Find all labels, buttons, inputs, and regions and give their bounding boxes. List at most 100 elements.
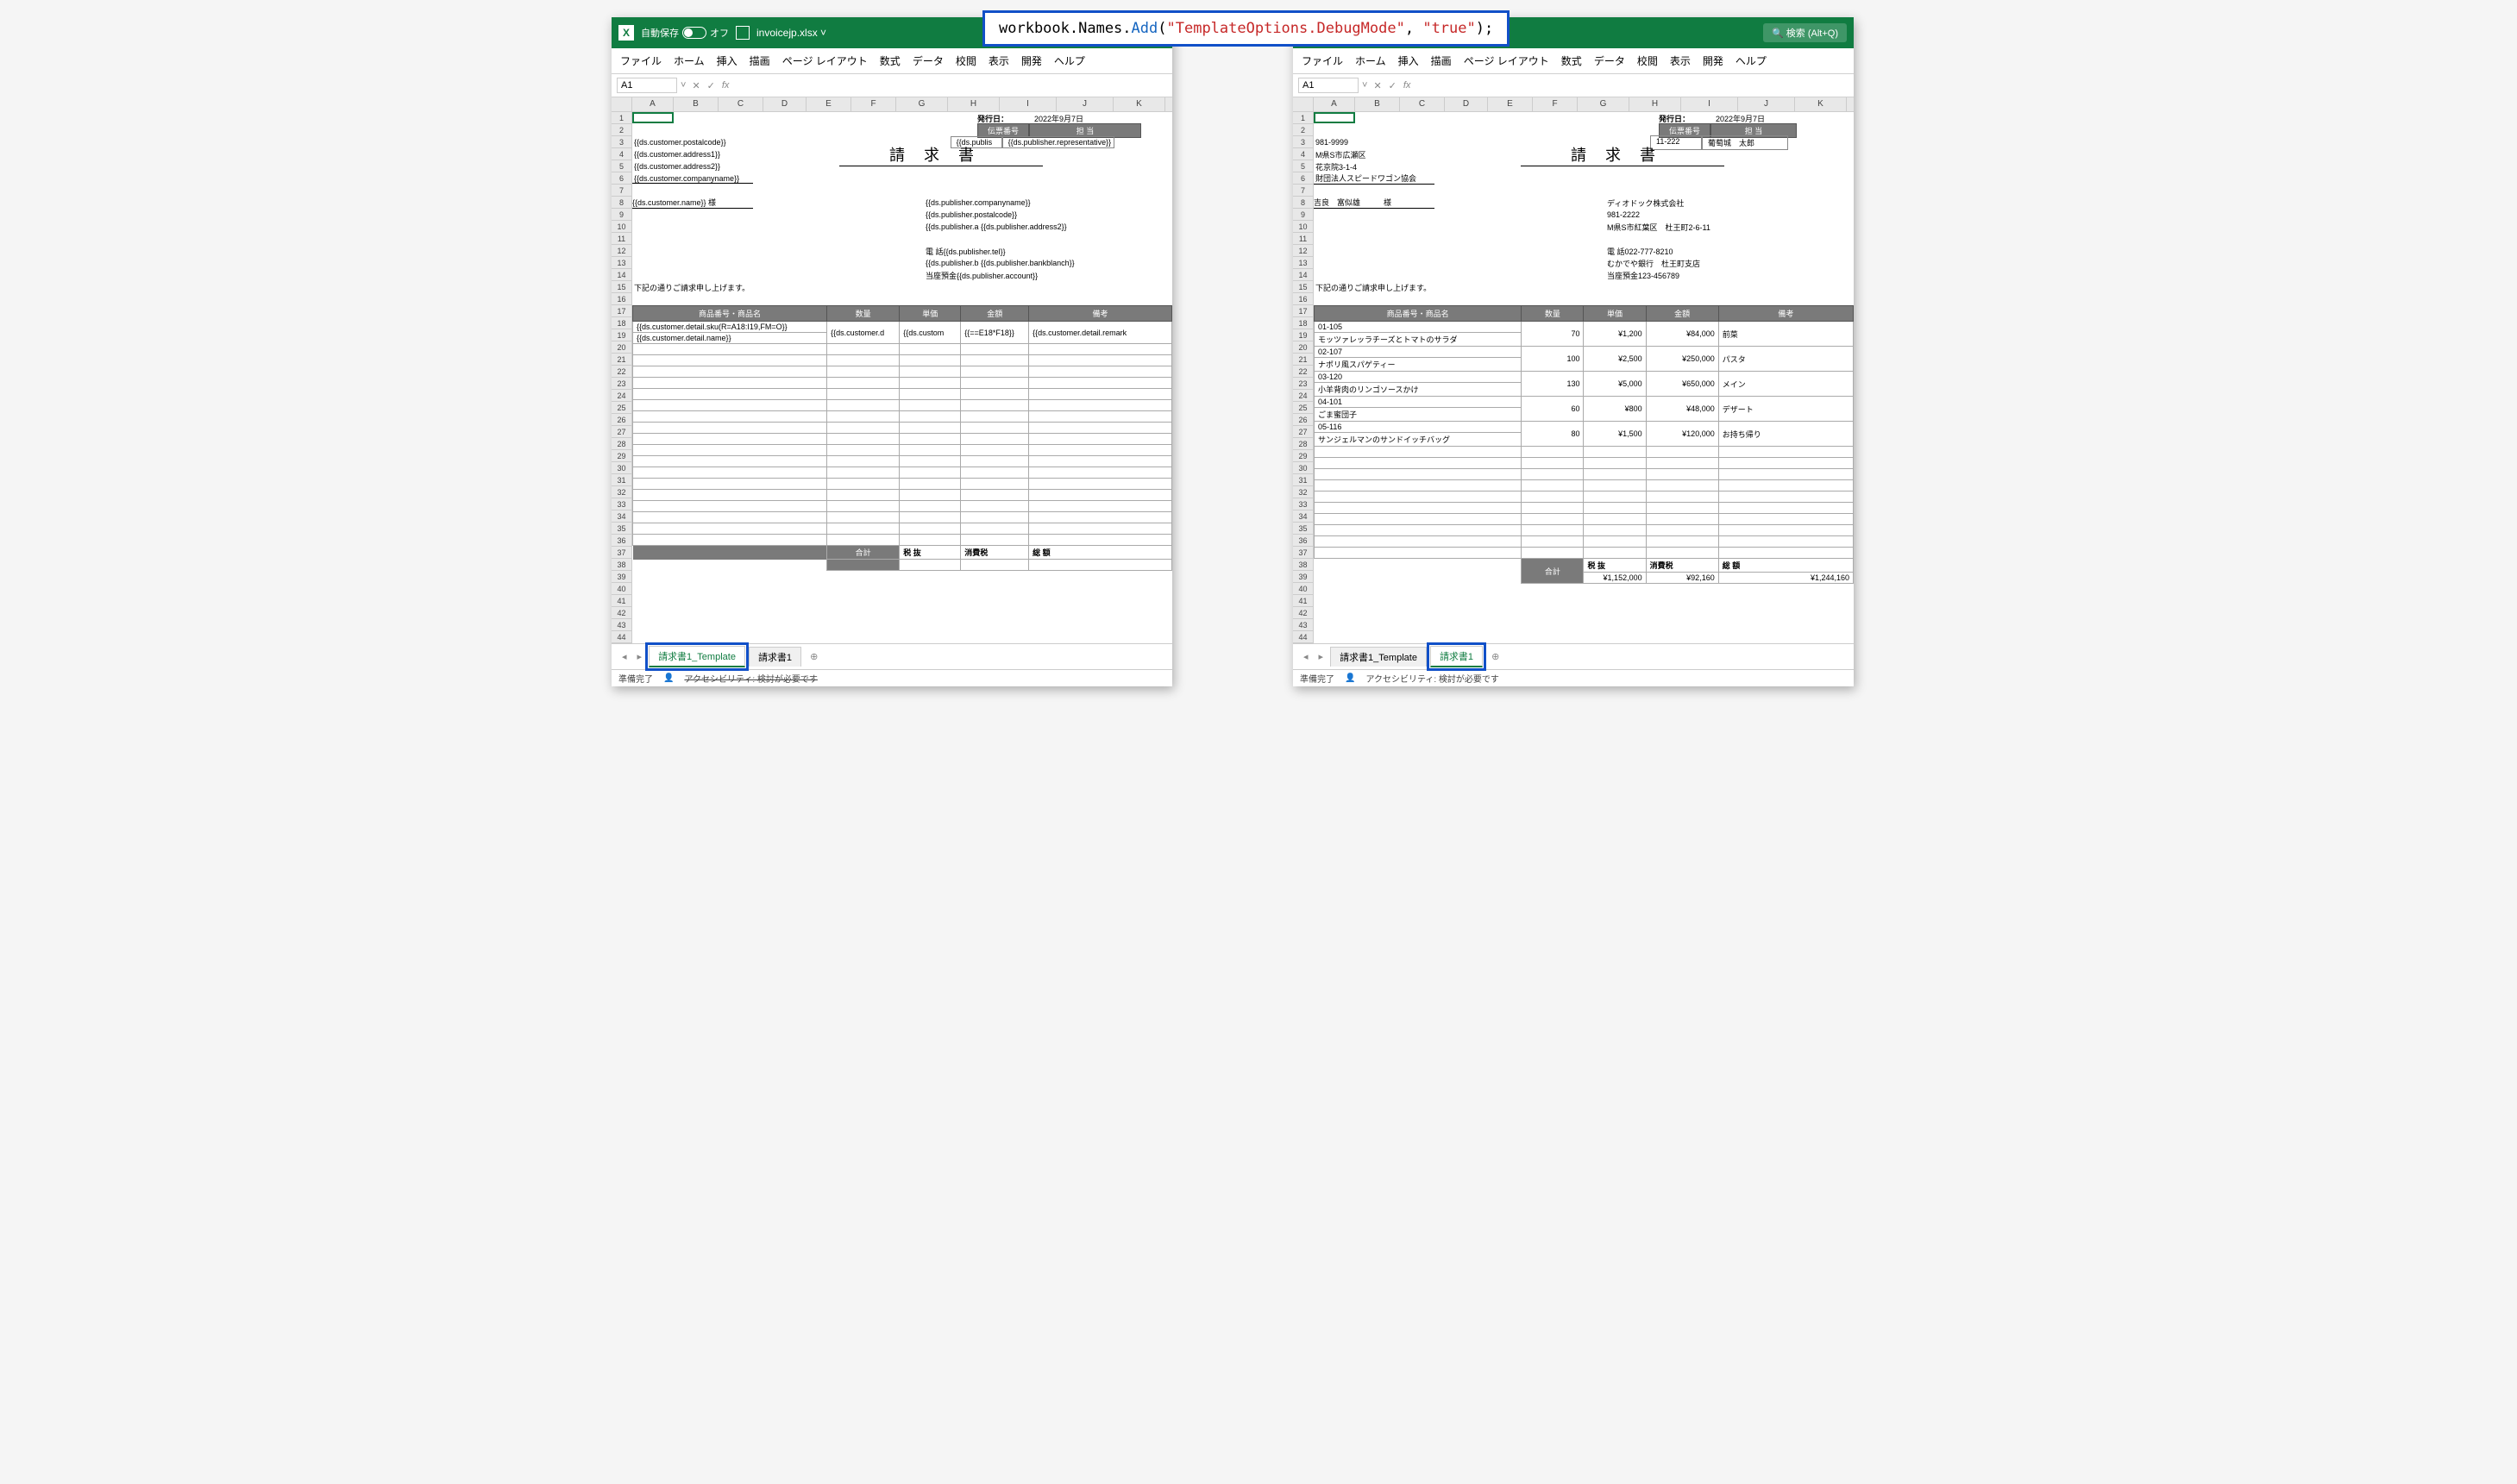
row-header-28[interactable]: 28 xyxy=(1293,438,1314,450)
row-header-4[interactable]: 4 xyxy=(1293,148,1314,160)
ribbon-tab-開発[interactable]: 開発 xyxy=(1021,53,1042,68)
row-header-43[interactable]: 43 xyxy=(1293,619,1314,631)
row-header-36[interactable]: 36 xyxy=(1293,535,1314,547)
row-header-26[interactable]: 26 xyxy=(612,414,632,426)
row-header-21[interactable]: 21 xyxy=(1293,354,1314,366)
row-header-29[interactable]: 29 xyxy=(612,450,632,462)
row-header-35[interactable]: 35 xyxy=(1293,523,1314,535)
row-header-42[interactable]: 42 xyxy=(612,607,632,619)
row-header-37[interactable]: 37 xyxy=(612,547,632,559)
row-header-7[interactable]: 7 xyxy=(1293,185,1314,197)
row-header-14[interactable]: 14 xyxy=(612,269,632,281)
row-header-31[interactable]: 31 xyxy=(1293,474,1314,486)
row-header-36[interactable]: 36 xyxy=(612,535,632,547)
row-header-34[interactable]: 34 xyxy=(1293,510,1314,523)
col-header-G[interactable]: G xyxy=(1578,97,1629,111)
table-row[interactable] xyxy=(633,411,1172,423)
row-header-32[interactable]: 32 xyxy=(612,486,632,498)
row-header-40[interactable]: 40 xyxy=(1293,583,1314,595)
row-header-19[interactable]: 19 xyxy=(1293,329,1314,341)
row-header-30[interactable]: 30 xyxy=(1293,462,1314,474)
row-header-11[interactable]: 11 xyxy=(612,233,632,245)
cancel-icon[interactable]: ✕ xyxy=(689,80,702,91)
add-sheet-button[interactable]: ⊕ xyxy=(1486,651,1504,662)
ribbon-tab-ホーム[interactable]: ホーム xyxy=(1355,53,1386,68)
row-header-2[interactable]: 2 xyxy=(612,124,632,136)
table-row[interactable] xyxy=(633,501,1172,512)
sheet-tab-請求書1[interactable]: 請求書1 xyxy=(1430,646,1483,667)
row-header-33[interactable]: 33 xyxy=(612,498,632,510)
col-header-K[interactable]: K xyxy=(1795,97,1847,111)
name-box[interactable] xyxy=(1298,78,1359,93)
col-header-I[interactable]: I xyxy=(1681,97,1738,111)
row-header-29[interactable]: 29 xyxy=(1293,450,1314,462)
row-header-18[interactable]: 18 xyxy=(1293,317,1314,329)
row-header-19[interactable]: 19 xyxy=(612,329,632,341)
row-header-28[interactable]: 28 xyxy=(612,438,632,450)
row-header-44[interactable]: 44 xyxy=(612,631,632,643)
row-header-39[interactable]: 39 xyxy=(1293,571,1314,583)
row-header-6[interactable]: 6 xyxy=(1293,172,1314,185)
row-header-24[interactable]: 24 xyxy=(612,390,632,402)
table-row[interactable] xyxy=(1315,469,1854,480)
col-header-C[interactable]: C xyxy=(1400,97,1445,111)
row-header-16[interactable]: 16 xyxy=(1293,293,1314,305)
table-row[interactable] xyxy=(633,434,1172,445)
row-header-12[interactable]: 12 xyxy=(1293,245,1314,257)
row-header-8[interactable]: 8 xyxy=(612,197,632,209)
ribbon-tab-表示[interactable]: 表示 xyxy=(989,53,1009,68)
row-header-1[interactable]: 1 xyxy=(1293,112,1314,124)
ribbon-tab-データ[interactable]: データ xyxy=(913,53,944,68)
ribbon-tab-挿入[interactable]: 挿入 xyxy=(1398,53,1419,68)
col-header-B[interactable]: B xyxy=(674,97,719,111)
table-row[interactable]: 03-120130¥5,000¥650,000メイン xyxy=(1315,372,1854,383)
col-header-F[interactable]: F xyxy=(851,97,896,111)
row-header-33[interactable]: 33 xyxy=(1293,498,1314,510)
row-header-11[interactable]: 11 xyxy=(1293,233,1314,245)
table-row[interactable] xyxy=(633,378,1172,389)
tab-nav-next[interactable]: ▸ xyxy=(634,651,646,662)
table-row[interactable] xyxy=(633,366,1172,378)
accessibility-icon[interactable]: 👤 xyxy=(663,673,674,683)
table-row[interactable] xyxy=(633,523,1172,535)
table-row[interactable] xyxy=(1315,548,1854,559)
row-header-3[interactable]: 3 xyxy=(1293,136,1314,148)
row-header-13[interactable]: 13 xyxy=(612,257,632,269)
ribbon-tab-数式[interactable]: 数式 xyxy=(880,53,901,68)
row-header-6[interactable]: 6 xyxy=(612,172,632,185)
confirm-icon[interactable]: ✓ xyxy=(1386,80,1399,91)
row-header-38[interactable]: 38 xyxy=(1293,559,1314,571)
tab-nav-prev[interactable]: ◂ xyxy=(618,651,631,662)
row-header-5[interactable]: 5 xyxy=(1293,160,1314,172)
row-header-5[interactable]: 5 xyxy=(612,160,632,172)
col-header-K[interactable]: K xyxy=(1114,97,1165,111)
ribbon-tab-ホーム[interactable]: ホーム xyxy=(674,53,705,68)
row-header-13[interactable]: 13 xyxy=(1293,257,1314,269)
ribbon-tab-描画[interactable]: 描画 xyxy=(750,53,770,68)
row-header-41[interactable]: 41 xyxy=(612,595,632,607)
ribbon-tab-挿入[interactable]: 挿入 xyxy=(717,53,738,68)
row-header-9[interactable]: 9 xyxy=(612,209,632,221)
confirm-icon[interactable]: ✓ xyxy=(705,80,718,91)
ribbon-tab-ファイル[interactable]: ファイル xyxy=(620,53,662,68)
name-box[interactable] xyxy=(617,78,677,93)
tab-nav-prev[interactable]: ◂ xyxy=(1300,651,1312,662)
ribbon-tab-ページ レイアウト[interactable]: ページ レイアウト xyxy=(1464,53,1549,68)
row-header-40[interactable]: 40 xyxy=(612,583,632,595)
fx-icon[interactable]: fx xyxy=(1401,80,1414,91)
table-row[interactable]: 04-10160¥800¥48,000デザート xyxy=(1315,397,1854,408)
table-row[interactable] xyxy=(633,400,1172,411)
table-row[interactable] xyxy=(633,456,1172,467)
table-row[interactable] xyxy=(1315,503,1854,514)
table-row[interactable] xyxy=(1315,458,1854,469)
accessibility-icon[interactable]: 👤 xyxy=(1345,673,1355,683)
ribbon-tab-数式[interactable]: 数式 xyxy=(1561,53,1582,68)
table-row[interactable] xyxy=(633,467,1172,479)
row-header-7[interactable]: 7 xyxy=(612,185,632,197)
row-header-43[interactable]: 43 xyxy=(612,619,632,631)
row-header-44[interactable]: 44 xyxy=(1293,631,1314,643)
cancel-icon[interactable]: ✕ xyxy=(1371,80,1384,91)
col-header-D[interactable]: D xyxy=(1445,97,1488,111)
col-header-H[interactable]: H xyxy=(948,97,1000,111)
ribbon-tab-表示[interactable]: 表示 xyxy=(1670,53,1691,68)
